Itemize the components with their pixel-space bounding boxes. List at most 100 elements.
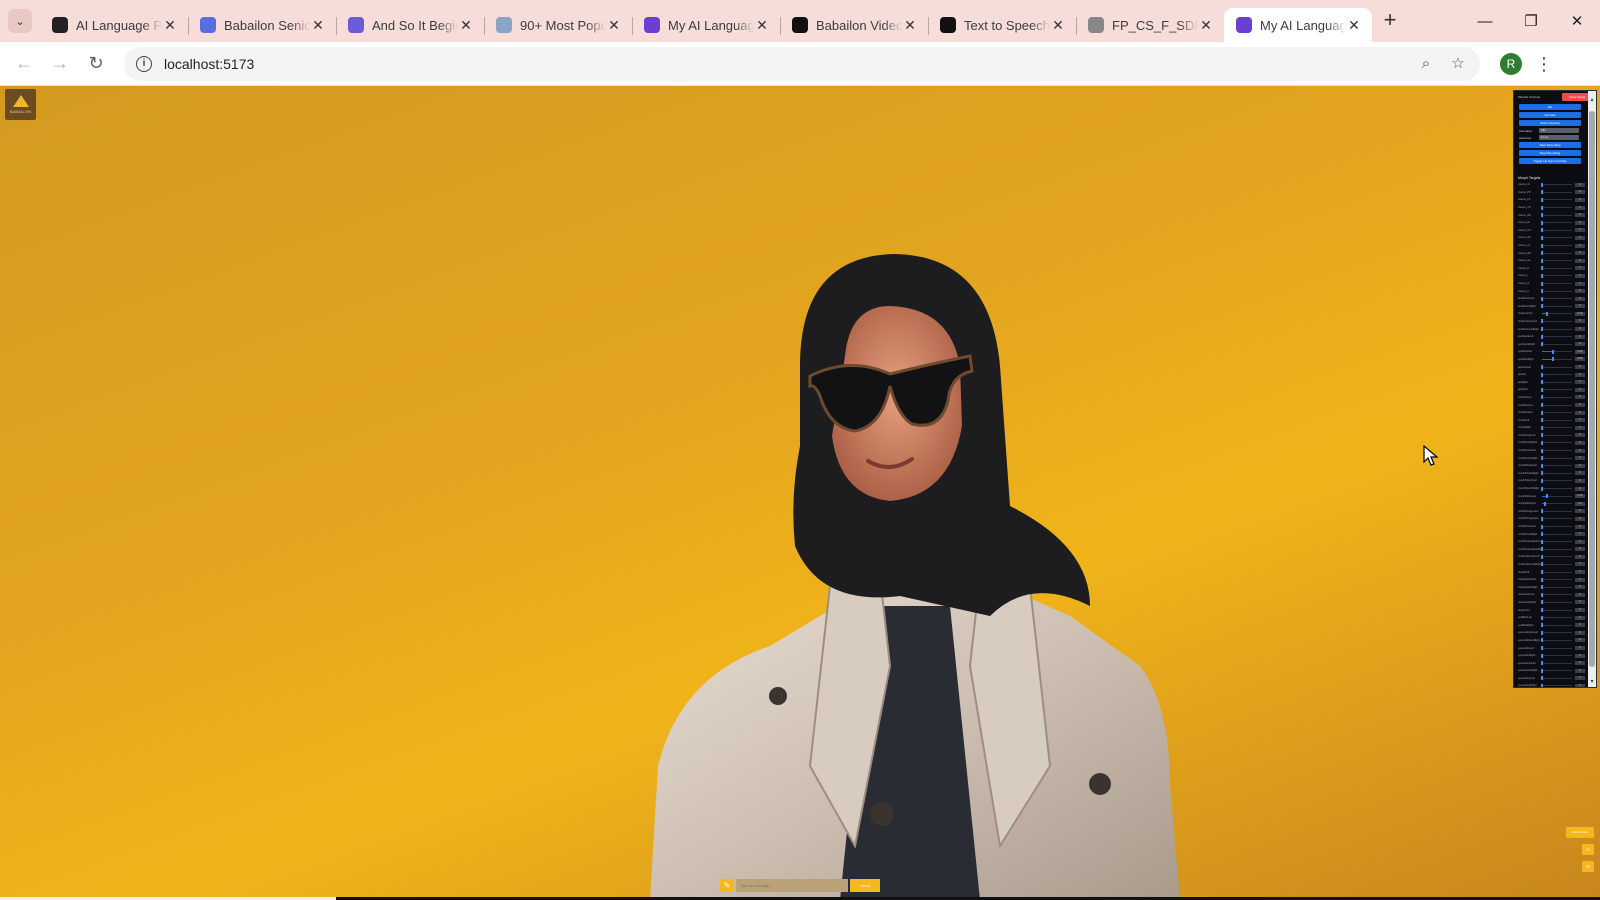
morph-slider-thumb[interactable] (1541, 638, 1543, 643)
morph-value[interactable]: 0 (1575, 251, 1585, 256)
morph-slider-thumb[interactable] (1541, 478, 1543, 483)
morph-slider-thumb[interactable] (1541, 258, 1543, 263)
morph-value[interactable]: 0 (1575, 281, 1585, 286)
reset-button[interactable]: ⟲ (1582, 844, 1594, 855)
morph-slider[interactable] (1541, 213, 1572, 218)
panel-select[interactable]: None (1539, 135, 1579, 140)
morph-slider-thumb[interactable] (1541, 266, 1543, 271)
pencil-icon[interactable]: ✎ (720, 879, 734, 892)
morph-slider-thumb[interactable] (1541, 592, 1543, 597)
morph-slider[interactable] (1541, 327, 1572, 332)
morph-slider-thumb[interactable] (1541, 524, 1543, 529)
morph-value[interactable]: 0 (1575, 570, 1585, 575)
morph-slider[interactable] (1541, 623, 1572, 628)
morph-slider[interactable] (1541, 608, 1572, 613)
morph-slider-thumb[interactable] (1541, 630, 1543, 635)
morph-slider[interactable] (1541, 646, 1572, 651)
address-bar[interactable]: i localhost:5173 ⌕ ☆ (124, 46, 1480, 81)
morph-slider-thumb[interactable] (1541, 608, 1543, 613)
morph-value[interactable]: 0 (1575, 509, 1585, 514)
morph-slider-thumb[interactable] (1541, 456, 1543, 461)
panel-action-button[interactable]: Toggle Lip Sync Controls (1519, 158, 1581, 164)
morph-slider-thumb[interactable] (1541, 182, 1543, 187)
browser-menu-icon[interactable]: ⋮ (1530, 50, 1558, 78)
morph-slider-thumb[interactable] (1541, 676, 1543, 681)
morph-slider[interactable] (1541, 532, 1572, 537)
morph-slider[interactable] (1541, 334, 1572, 339)
morph-slider[interactable] (1541, 486, 1572, 491)
morph-value[interactable]: 0.35 (1575, 349, 1585, 354)
panel-button[interactable]: Start Listening (1519, 120, 1581, 126)
morph-slider-thumb[interactable] (1541, 668, 1543, 673)
browser-tab[interactable]: FP_CS_F_SDP2✕ (1076, 8, 1224, 42)
morph-slider[interactable] (1541, 235, 1572, 240)
close-window-button[interactable]: ✕ (1554, 0, 1600, 42)
morph-slider[interactable] (1541, 615, 1572, 620)
morph-value[interactable]: 0 (1575, 630, 1585, 635)
morph-slider[interactable] (1541, 418, 1572, 423)
morph-slider-thumb[interactable] (1551, 349, 1554, 354)
morph-value[interactable]: 0 (1575, 676, 1585, 681)
morph-slider[interactable] (1541, 182, 1572, 187)
morph-value[interactable]: 0.15 (1575, 311, 1585, 316)
bookmark-star-icon[interactable]: ☆ (1446, 52, 1470, 76)
scroll-down-icon[interactable]: ▾ (1589, 679, 1595, 685)
morph-slider-thumb[interactable] (1541, 273, 1543, 278)
morph-value[interactable]: 0.15 (1575, 494, 1585, 499)
morph-value[interactable]: 0 (1575, 304, 1585, 309)
browser-tab[interactable]: My AI Language ✕ (1224, 8, 1372, 42)
morph-slider[interactable] (1541, 266, 1572, 271)
send-button[interactable]: Send (850, 879, 880, 892)
tab-close-icon[interactable]: ✕ (606, 17, 622, 33)
morph-slider[interactable] (1541, 440, 1572, 445)
morph-value[interactable]: 0 (1575, 243, 1585, 248)
morph-slider-thumb[interactable] (1541, 403, 1543, 408)
morph-value[interactable]: 0 (1575, 425, 1585, 430)
morph-slider[interactable] (1541, 258, 1572, 263)
morph-slider[interactable] (1541, 190, 1572, 195)
morph-value[interactable]: 0 (1575, 440, 1585, 445)
tab-close-icon[interactable]: ✕ (902, 17, 918, 33)
morph-slider[interactable] (1541, 251, 1572, 256)
tab-close-icon[interactable]: ✕ (754, 17, 770, 33)
morph-value[interactable]: 0 (1575, 387, 1585, 392)
back-button[interactable]: ← (8, 48, 40, 80)
minimize-button[interactable]: — (1462, 0, 1508, 42)
morph-slider-thumb[interactable] (1541, 281, 1543, 286)
morph-slider[interactable] (1541, 228, 1572, 233)
morph-slider-thumb[interactable] (1541, 395, 1543, 400)
morph-slider[interactable] (1541, 319, 1572, 324)
morph-slider-thumb[interactable] (1541, 228, 1543, 233)
morph-value[interactable]: 0 (1575, 296, 1585, 301)
morph-slider-thumb[interactable] (1545, 311, 1548, 316)
morph-slider[interactable] (1541, 630, 1572, 635)
morph-value[interactable]: 0 (1575, 668, 1585, 673)
morph-value[interactable]: 0 (1575, 516, 1585, 521)
morph-slider[interactable] (1541, 380, 1572, 385)
morph-slider-thumb[interactable] (1541, 319, 1543, 324)
morph-slider[interactable] (1542, 311, 1572, 316)
chat-message-input[interactable] (736, 879, 848, 892)
morph-slider-thumb[interactable] (1541, 615, 1543, 620)
morph-slider-thumb[interactable] (1541, 440, 1543, 445)
morph-slider-thumb[interactable] (1541, 418, 1543, 423)
morph-value[interactable]: 0 (1575, 661, 1585, 666)
morph-slider-thumb[interactable] (1541, 516, 1543, 521)
morph-value[interactable]: 0.1 (1575, 501, 1585, 506)
morph-slider[interactable] (1541, 509, 1572, 514)
morph-value[interactable]: 0 (1575, 372, 1585, 377)
restore-button[interactable]: ❐ (1508, 0, 1554, 42)
morph-slider-thumb[interactable] (1541, 190, 1543, 195)
morph-slider-thumb[interactable] (1541, 372, 1543, 377)
morph-slider[interactable] (1541, 585, 1572, 590)
browser-tab[interactable]: And So It Begins✕ (336, 8, 484, 42)
morph-value[interactable]: 0 (1575, 547, 1585, 552)
browser-tab[interactable]: Text to Speech ✕ (928, 8, 1076, 42)
morph-value[interactable]: 0 (1575, 433, 1585, 438)
morph-slider-thumb[interactable] (1541, 251, 1543, 256)
morph-value[interactable]: 0 (1575, 418, 1585, 423)
morph-slider-thumb[interactable] (1541, 623, 1543, 628)
morph-slider-thumb[interactable] (1541, 448, 1543, 453)
morph-value[interactable]: 0 (1575, 683, 1585, 687)
morph-slider[interactable] (1541, 524, 1572, 529)
